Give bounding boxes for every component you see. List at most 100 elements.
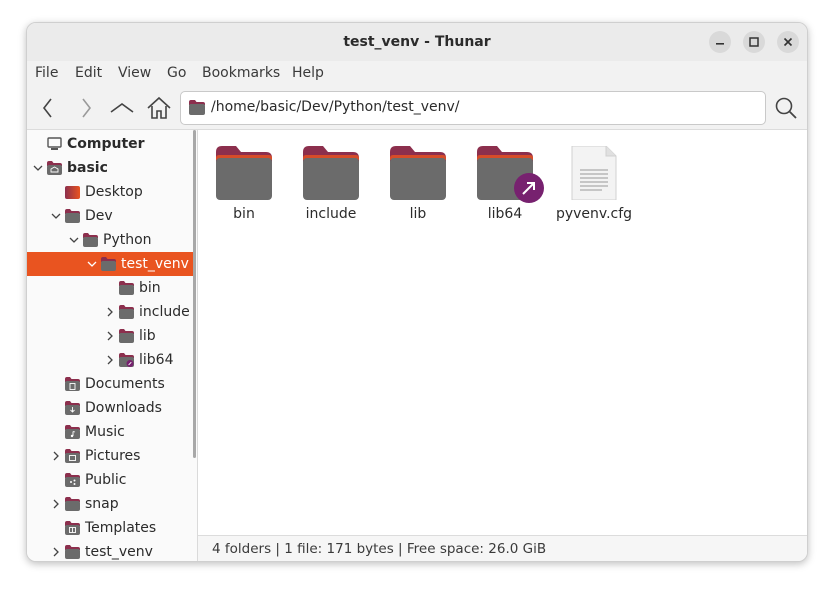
music-folder-icon (65, 425, 80, 439)
chevron-down-icon[interactable] (32, 156, 44, 180)
sidebar-item-label: snap (85, 496, 119, 512)
folder-icon (65, 497, 80, 511)
search-icon (775, 97, 797, 119)
sidebar-item-python[interactable]: Python (27, 228, 195, 252)
sidebar-item-snap[interactable]: snap (27, 492, 195, 516)
sidebar-scrollbar[interactable] (193, 130, 196, 458)
sidebar-item-label: test_venv (85, 544, 153, 560)
file-item-bin[interactable]: bin (204, 140, 284, 230)
file-name: lib (409, 206, 427, 222)
minimize-button[interactable] (709, 31, 731, 53)
file-name: bin (233, 206, 255, 222)
location-bar[interactable]: /home/basic/Dev/Python/test_venv/ (180, 91, 766, 125)
folder-icon (65, 545, 80, 559)
chevron-left-icon (42, 98, 52, 118)
back-button[interactable] (33, 93, 63, 123)
title-bar[interactable]: test_venv - Thunar (27, 23, 807, 61)
sidebar-item-test-venv-home[interactable]: test_venv (27, 540, 195, 562)
chevron-right-icon[interactable] (50, 444, 62, 468)
close-icon (783, 37, 793, 47)
sidebar-item-basic[interactable]: basic (27, 156, 195, 180)
location-path: /home/basic/Dev/Python/test_venv/ (211, 99, 460, 115)
sidebar-item-label: Pictures (85, 448, 141, 464)
chevron-down-icon[interactable] (68, 228, 80, 252)
parent-folder-button[interactable] (107, 93, 137, 123)
sidebar-item-label: lib64 (139, 352, 174, 368)
status-bar: 4 folders | 1 file: 171 bytes | Free spa… (198, 535, 807, 561)
chevron-right-icon[interactable] (104, 324, 116, 348)
file-item-include[interactable]: include (291, 140, 371, 230)
sidebar-item-bin[interactable]: bin (27, 276, 195, 300)
pictures-folder-icon (65, 449, 80, 463)
file-name: lib64 (487, 206, 523, 222)
sidebar-item-documents[interactable]: Documents (27, 372, 195, 396)
menu-bookmarks[interactable]: Bookmarks (202, 65, 280, 81)
sidebar-item-computer[interactable]: Computer (27, 132, 195, 156)
minimize-icon (716, 43, 724, 45)
folder-icon (119, 329, 134, 343)
menu-go[interactable]: Go (167, 65, 186, 81)
chevron-right-icon[interactable] (104, 300, 116, 324)
chevron-right-icon (82, 98, 92, 118)
sidebar-item-music[interactable]: Music (27, 420, 195, 444)
file-item-lib64[interactable]: lib64 (465, 140, 545, 230)
chevron-down-icon[interactable] (50, 204, 62, 228)
close-button[interactable] (777, 31, 799, 53)
sidebar-item-label: lib (139, 328, 156, 344)
sidebar-item-label: Documents (85, 376, 165, 392)
menu-edit[interactable]: Edit (75, 65, 102, 81)
sidebar-item-pictures[interactable]: Pictures (27, 444, 195, 468)
sidebar-item-lib64[interactable]: lib64 (27, 348, 195, 372)
folder-link-icon (477, 146, 544, 203)
folder-icon (65, 209, 80, 223)
chevron-right-icon[interactable] (50, 492, 62, 516)
sidebar-item-public[interactable]: Public (27, 468, 195, 492)
sidebar-item-label: Downloads (85, 400, 162, 416)
folder-icon (119, 281, 134, 295)
sidebar-item-label: test_venv (121, 256, 189, 272)
forward-button[interactable] (71, 93, 101, 123)
status-text: 4 folders | 1 file: 171 bytes | Free spa… (212, 541, 547, 557)
window-title: test_venv - Thunar (343, 34, 491, 50)
sidebar-item-label: Music (85, 424, 125, 440)
sidebar-item-label: Computer (67, 136, 145, 152)
downloads-folder-icon (65, 401, 80, 415)
documents-folder-icon (65, 377, 80, 391)
sidebar-item-downloads[interactable]: Downloads (27, 396, 195, 420)
search-button[interactable] (771, 93, 801, 123)
file-view[interactable]: bin include lib lib64 pyvenv.cfg (198, 130, 807, 535)
home-button[interactable] (144, 93, 174, 123)
maximize-button[interactable] (743, 31, 765, 53)
public-folder-icon (65, 473, 80, 487)
computer-icon (47, 137, 62, 150)
folder-icon (189, 100, 205, 115)
chevron-right-icon[interactable] (50, 540, 62, 562)
home-folder-icon (47, 161, 62, 175)
sidebar-item-label: include (139, 304, 190, 320)
menu-view[interactable]: View (118, 65, 151, 81)
sidebar-item-templates[interactable]: Templates (27, 516, 195, 540)
sidebar-item-include[interactable]: include (27, 300, 195, 324)
file-name: pyvenv.cfg (555, 206, 633, 222)
chevron-right-icon[interactable] (104, 348, 116, 372)
menu-file[interactable]: File (35, 65, 58, 81)
home-icon (147, 96, 171, 119)
folder-link-icon (119, 353, 134, 367)
folder-icon (119, 305, 134, 319)
sidebar-item-lib[interactable]: lib (27, 324, 195, 348)
file-item-pyvenv-cfg[interactable]: pyvenv.cfg (552, 140, 636, 230)
folder-open-icon (101, 257, 116, 271)
sidebar-item-label: Desktop (85, 184, 143, 200)
file-item-lib[interactable]: lib (378, 140, 458, 230)
sidebar-item-desktop[interactable]: Desktop (27, 180, 195, 204)
maximize-icon (749, 37, 759, 47)
sidebar-item-test-venv-selected[interactable]: test_venv (27, 252, 195, 276)
sidebar-item-label: bin (139, 280, 161, 296)
text-file-icon (571, 146, 617, 200)
chevron-down-icon[interactable] (86, 252, 98, 276)
file-manager-window: test_venv - Thunar File Edit View Go Boo… (26, 22, 808, 562)
sidebar-item-label: Python (103, 232, 152, 248)
sidebar-tree[interactable]: Computer basic Desktop Dev Python test_v… (27, 130, 195, 561)
menu-help[interactable]: Help (292, 65, 324, 81)
sidebar-item-dev[interactable]: Dev (27, 204, 195, 228)
